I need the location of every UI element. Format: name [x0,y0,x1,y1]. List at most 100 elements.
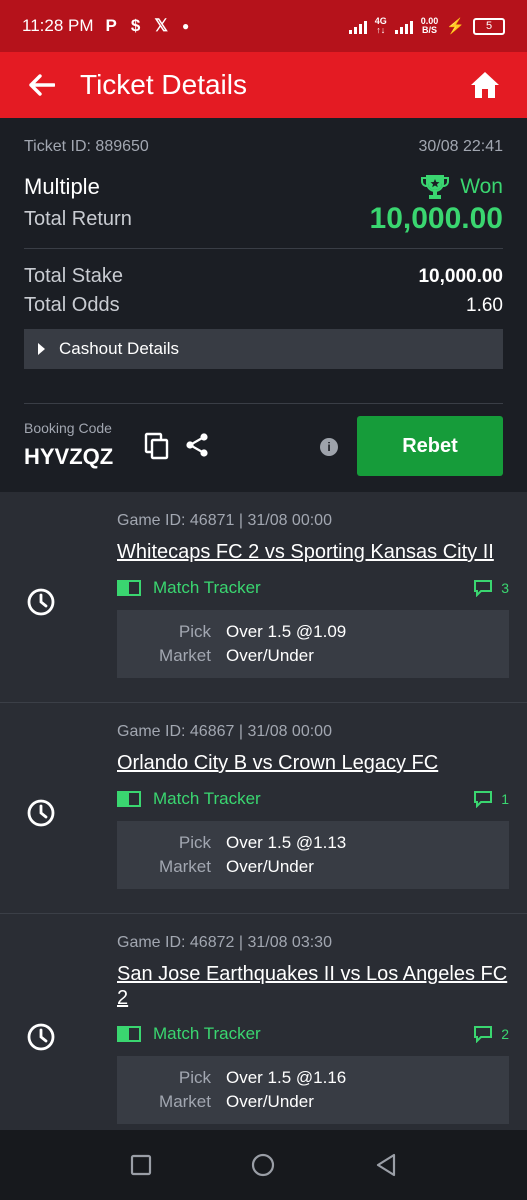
comments-count: 1 [501,791,509,807]
match-link[interactable]: San Jose Earthquakes II vs Los Angeles F… [117,962,509,1010]
back-arrow-icon[interactable] [22,65,62,105]
signal-icon-2 [394,18,413,34]
trophy-icon [421,175,450,199]
bet-type: Multiple [24,174,100,199]
pick-value: Over 1.5 @1.13 [226,833,347,852]
rebet-button[interactable]: Rebet [357,416,503,476]
match-tracker-link[interactable]: Match Tracker [117,789,261,809]
ticket-id: Ticket ID: 889650 [24,138,149,155]
system-nav-bar [0,1130,527,1200]
booking-code-label: Booking Code [24,420,112,436]
tracker-label: Match Tracker [153,578,261,597]
pick-box: Pick Over 1.5 @1.13 Market Over/Under [117,821,509,889]
market-value: Over/Under [226,857,314,876]
game-id: Game ID: 46867 | 31/08 00:00 [117,723,332,740]
cashout-label: Cashout Details [59,339,180,358]
market-label: Market [159,857,211,876]
clock-icon [27,588,55,616]
ticket-summary: Ticket ID: 889650 30/08 22:41 Multiple W… [0,118,527,492]
match-link[interactable]: Orlando City B vs Crown Legacy FC [117,751,509,775]
p-icon: P [105,16,117,35]
clock-icon [27,1023,55,1051]
dot-icon: ● [182,19,190,33]
pick-row: Pick Over 1.5 @1.13 [117,831,509,855]
tracker-label: Match Tracker [153,789,261,808]
game-body: Game ID: 46872 | 31/08 03:30 San Jose Ea… [117,914,527,1148]
network-type: 4G ↑↓ [375,17,387,35]
net-speed-unit: B/S [422,25,438,35]
share-icon[interactable] [184,432,210,458]
total-stake-row: Total Stake 10,000.00 [24,265,503,288]
charging-icon: ⚡ [446,18,465,35]
cashout-details-toggle[interactable]: Cashout Details [24,329,503,369]
market-value: Over/Under [226,1092,314,1111]
tracker-icon [117,1026,141,1042]
game-body: Game ID: 46867 | 31/08 00:00 Orlando Cit… [117,703,527,913]
booking-area: Booking Code HYVZQZ i Rebet [24,404,503,484]
recents-icon[interactable] [128,1152,154,1178]
ticket-datetime: 30/08 22:41 [418,138,503,155]
pick-row: Pick Over 1.5 @1.16 [117,1066,509,1090]
s-icon: $ [130,16,141,35]
tracker-label: Match Tracker [153,1024,261,1043]
game-id: Game ID: 46872 | 31/08 03:30 [117,934,332,951]
network-arrows: ↑↓ [376,25,386,35]
home-icon[interactable] [469,69,501,101]
tracker-row: Match Tracker 3 [117,578,509,598]
game-list: Game ID: 46871 | 31/08 00:00 Whitecaps F… [0,492,527,1149]
total-return-value: 10,000.00 [369,202,503,235]
game-body: Game ID: 46871 | 31/08 00:00 Whitecaps F… [117,492,527,702]
net-speed: 0.00 B/S [421,17,439,35]
total-odds-value: 1.60 [466,294,503,316]
match-tracker-link[interactable]: Match Tracker [117,578,261,598]
total-stake-label: Total Stake [24,265,123,287]
comment-icon [474,791,493,808]
comments-link[interactable]: 1 [473,790,509,808]
pick-value: Over 1.5 @1.09 [226,622,347,641]
tracker-row: Match Tracker 2 [117,1024,509,1044]
won-label: Won [460,175,503,198]
market-row: Market Over/Under [117,855,509,879]
back-nav-icon[interactable] [373,1152,399,1178]
battery-icon: 5 [473,17,505,35]
pick-label: Pick [178,1068,211,1087]
total-odds-row: Total Odds 1.60 [24,294,503,317]
total-return-label: Total Return [24,207,132,230]
copy-icon[interactable] [144,432,170,460]
status-bar: 11:28 PM P $ 𝕏 ● 4G ↑↓ 0.00 B/S ⚡ 5 [0,0,527,52]
clock-icon [27,799,55,827]
status-notification-icons: P $ 𝕏 ● [106,16,190,36]
ticket-id-row: Ticket ID: 889650 30/08 22:41 [24,138,503,156]
market-label: Market [159,646,211,665]
market-row: Market Over/Under [117,644,509,668]
caret-right-icon [38,343,45,355]
tracker-icon [117,791,141,807]
app-header: Ticket Details [0,52,527,118]
status-time: 11:28 PM [22,16,94,35]
signal-icon [348,18,367,34]
game-card: Game ID: 46867 | 31/08 00:00 Orlando Cit… [0,703,527,914]
pick-value: Over 1.5 @1.16 [226,1068,347,1087]
market-label: Market [159,1092,211,1111]
home-nav-icon[interactable] [250,1152,276,1178]
info-icon[interactable]: i [320,438,338,456]
match-link[interactable]: Whitecaps FC 2 vs Sporting Kansas City I… [117,540,509,564]
comments-link[interactable]: 3 [473,579,509,597]
status-system-icons: 4G ↑↓ 0.00 B/S ⚡ 5 [348,17,505,35]
market-value: Over/Under [226,646,314,665]
total-stake-value: 10,000.00 [418,265,503,287]
battery-level: 5 [485,20,493,32]
comment-icon [474,1026,493,1043]
comments-count: 3 [501,580,509,596]
pick-label: Pick [178,833,211,852]
divider [24,248,503,249]
pick-box: Pick Over 1.5 @1.16 Market Over/Under [117,1056,509,1124]
bet-type-row: Multiple Won [24,174,503,200]
match-tracker-link[interactable]: Match Tracker [117,1024,261,1044]
tracker-icon [117,580,141,596]
total-odds-label: Total Odds [24,294,120,316]
comments-link[interactable]: 2 [473,1025,509,1043]
total-return-row: Total Return 10,000.00 [24,202,503,236]
pick-row: Pick Over 1.5 @1.09 [117,620,509,644]
page-title: Ticket Details [80,69,248,100]
